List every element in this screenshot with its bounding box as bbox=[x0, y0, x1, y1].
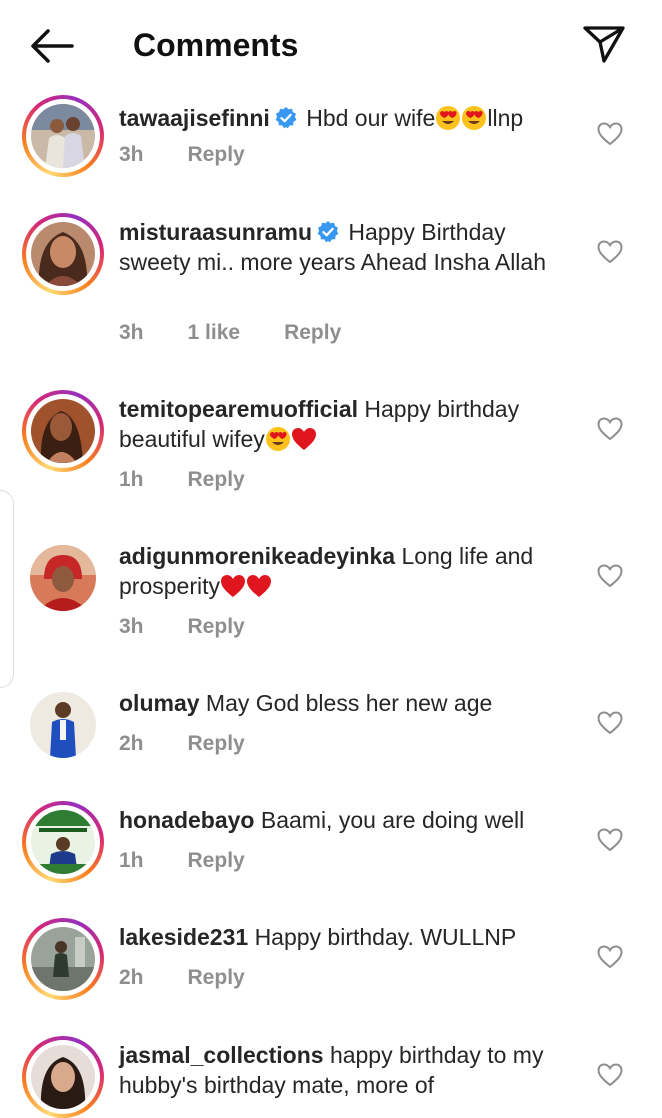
comment-username[interactable]: misturaasunramu bbox=[119, 219, 312, 245]
comment-body: Hbd our wife bbox=[306, 105, 436, 131]
comment-text-block: temitopearemuofficial Happy birthday bea… bbox=[119, 394, 574, 454]
like-heart-icon[interactable] bbox=[597, 240, 623, 264]
avatar[interactable] bbox=[22, 918, 104, 1000]
like-heart-icon[interactable] bbox=[597, 564, 623, 588]
comment-meta: 2h Reply bbox=[119, 965, 289, 991]
like-heart-icon[interactable] bbox=[597, 711, 623, 735]
avatar[interactable] bbox=[22, 684, 104, 766]
comment-meta: 3h Reply bbox=[119, 142, 289, 168]
avatar-image bbox=[31, 222, 95, 286]
avatar-image bbox=[31, 1045, 95, 1109]
comment-text-block: misturaasunramu Happy Birthday sweety mi… bbox=[119, 217, 574, 277]
comment-time: 3h bbox=[119, 321, 144, 344]
comment-username[interactable]: adigunmorenikeadeyinka bbox=[119, 543, 395, 569]
comment-meta: 3h 1 like Reply bbox=[119, 320, 385, 346]
reply-button[interactable]: Reply bbox=[188, 615, 245, 638]
back-arrow-icon[interactable] bbox=[28, 24, 76, 68]
side-panel-handle[interactable] bbox=[0, 490, 14, 688]
comment-body: Happy birthday. WULLNP bbox=[254, 924, 517, 950]
comment-time: 3h bbox=[119, 615, 144, 638]
comment-meta: 1h Reply bbox=[119, 848, 289, 874]
comment-body: May God bless her new age bbox=[205, 690, 493, 716]
heart-eyes-emoji-icon bbox=[265, 427, 290, 451]
comment-text-block: adigunmorenikeadeyinka Long life and pro… bbox=[119, 541, 574, 601]
page-title: Comments bbox=[133, 27, 299, 63]
header-bar: Comments bbox=[0, 0, 662, 88]
comment-username[interactable]: honadebayo bbox=[119, 807, 254, 833]
comment-username[interactable]: lakeside231 bbox=[119, 924, 248, 950]
avatar-image bbox=[30, 545, 96, 611]
reply-button[interactable]: Reply bbox=[188, 468, 245, 491]
reply-button[interactable]: Reply bbox=[188, 849, 245, 872]
avatar-image bbox=[31, 810, 95, 874]
comment-username[interactable]: olumay bbox=[119, 690, 200, 716]
heart-eyes-emoji-icon bbox=[436, 106, 461, 130]
reply-button[interactable]: Reply bbox=[284, 321, 341, 344]
comment-text-block: olumay May God bless her new age bbox=[119, 688, 574, 718]
avatar[interactable] bbox=[22, 537, 104, 619]
like-count[interactable]: 1 like bbox=[188, 321, 241, 344]
like-heart-icon[interactable] bbox=[597, 122, 623, 146]
like-heart-icon[interactable] bbox=[597, 417, 623, 441]
comment-meta: 2h Reply bbox=[119, 731, 289, 757]
avatar[interactable] bbox=[22, 213, 104, 295]
comment-username[interactable]: jasmal_collections bbox=[119, 1042, 324, 1068]
like-heart-icon[interactable] bbox=[597, 1063, 623, 1087]
avatar-image bbox=[31, 927, 95, 991]
comment-time: 2h bbox=[119, 966, 144, 989]
verified-badge-icon bbox=[317, 221, 339, 243]
comment-body-tail: llnp bbox=[487, 105, 524, 131]
comment-meta: 1h Reply bbox=[119, 467, 289, 493]
verified-badge-icon bbox=[275, 107, 297, 129]
reply-button[interactable]: Reply bbox=[188, 143, 245, 166]
comment-username[interactable]: temitopearemuofficial bbox=[119, 396, 358, 422]
like-heart-icon[interactable] bbox=[597, 828, 623, 852]
comment-time: 1h bbox=[119, 849, 144, 872]
comment-time: 3h bbox=[119, 143, 144, 166]
comment-body: Baami, you are doing well bbox=[260, 807, 525, 833]
avatar[interactable] bbox=[22, 801, 104, 883]
reply-button[interactable]: Reply bbox=[188, 966, 245, 989]
share-direct-icon[interactable] bbox=[582, 24, 626, 64]
red-heart-emoji-icon bbox=[220, 575, 245, 597]
comment-text-block: honadebayo Baami, you are doing well bbox=[119, 805, 574, 835]
like-heart-icon[interactable] bbox=[597, 945, 623, 969]
reply-button[interactable]: Reply bbox=[188, 732, 245, 755]
comment-username[interactable]: tawaajisefinni bbox=[119, 105, 270, 131]
comment-text-block: tawaajisefinni Hbd our wife llnp bbox=[119, 103, 574, 133]
red-heart-emoji-icon bbox=[291, 428, 316, 450]
avatar[interactable] bbox=[22, 1036, 104, 1118]
avatar[interactable] bbox=[22, 95, 104, 177]
comment-time: 1h bbox=[119, 468, 144, 491]
avatar-image bbox=[31, 104, 95, 168]
avatar-image bbox=[30, 692, 96, 758]
comment-meta: 3h Reply bbox=[119, 614, 289, 640]
red-heart-emoji-icon bbox=[246, 575, 271, 597]
avatar-image bbox=[31, 399, 95, 463]
comment-text-block: jasmal_collections happy birthday to my … bbox=[119, 1040, 574, 1100]
comment-text-block: lakeside231 Happy birthday. WULLNP bbox=[119, 922, 574, 952]
avatar[interactable] bbox=[22, 390, 104, 472]
comment-time: 2h bbox=[119, 732, 144, 755]
heart-eyes-emoji-icon bbox=[462, 106, 487, 130]
